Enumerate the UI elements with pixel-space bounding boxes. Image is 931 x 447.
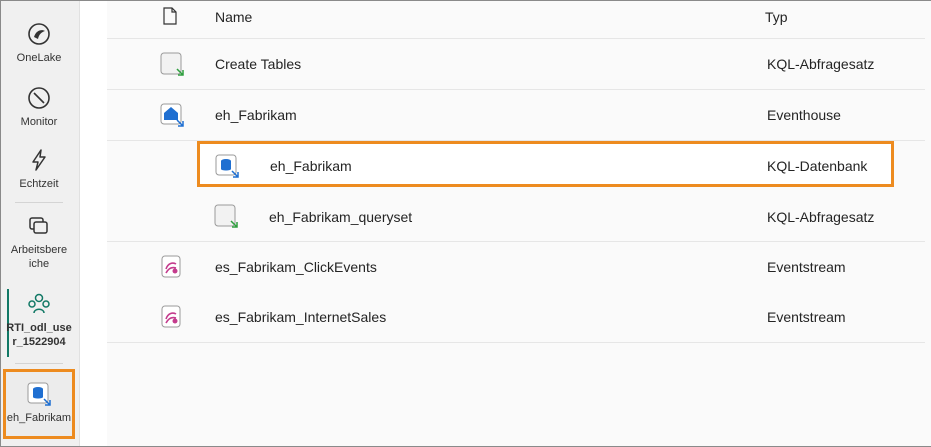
workspaces-icon [29,217,48,234]
table-header: Name Typ [107,1,925,39]
rail-item-echtzeit[interactable]: Echtzeit [1,147,77,191]
kql-database-icon [27,382,51,406]
rail-label-echtzeit: Echtzeit [19,178,59,190]
table-row[interactable]: es_Fabrikam_ClickEvents Eventstream [107,242,925,293]
row-name[interactable]: eh_Fabrikam [270,158,352,174]
row-name[interactable]: Create Tables [215,56,301,72]
row-name[interactable]: eh_Fabrikam_queryset [269,209,412,225]
row-name[interactable]: eh_Fabrikam [215,107,297,123]
rail-item-onelake[interactable]: OneLake [1,21,77,65]
file-type-icon [163,7,177,25]
eventstream-icon [161,305,181,328]
header-type[interactable]: Typ [765,9,788,25]
rail-item-current-workspace[interactable]: RTI_odl_use r_1522904 [1,291,77,349]
row-type: Eventstream [767,259,846,275]
rail-label-monitor: Monitor [20,116,58,128]
kql-queryset-icon [214,204,238,228]
row-type: KQL-Abfragesatz [767,56,875,72]
rail-item-monitor[interactable]: Monitor [1,85,77,129]
rail-item-eh-fabrikam[interactable]: eh_Fabrikam [1,381,77,425]
highlighted-row[interactable]: eh_Fabrikam KQL-Datenbank [197,141,894,187]
rail-label-workspaces-2: iche [28,258,50,270]
rail-item-workspaces[interactable]: Arbeitsbere iche [1,213,77,271]
rail-label-workspace-1: RTI_odl_use [6,322,72,334]
row-name[interactable]: es_Fabrikam_ClickEvents [215,259,377,275]
row-name[interactable]: es_Fabrikam_InternetSales [215,309,386,325]
rail-label-workspace-2: r_1522904 [12,336,66,348]
kql-database-icon [215,154,239,178]
table-row[interactable]: Create Tables KQL-Abfragesatz [107,39,925,90]
row-type: KQL-Datenbank [767,158,868,174]
rail-divider [15,363,63,364]
onelake-icon [28,23,50,45]
workspace-people-icon [28,293,50,314]
table-row[interactable]: es_Fabrikam_InternetSales Eventstream [107,292,925,343]
row-type: KQL-Abfragesatz [767,209,875,225]
eventhouse-icon [160,103,184,127]
header-name[interactable]: Name [215,9,252,25]
table-row[interactable]: eh_Fabrikam Eventhouse [107,90,925,141]
row-type: Eventhouse [767,107,841,123]
rail-label-workspaces-1: Arbeitsbere [10,244,68,256]
monitor-icon [28,87,50,109]
lightning-icon [32,149,46,171]
row-type: Eventstream [767,309,846,325]
rail-label-onelake: OneLake [16,52,62,64]
left-rail: OneLake Monitor Echtzeit Arbeitsbere ich… [1,1,80,446]
table-row[interactable]: eh_Fabrikam_queryset KQL-Abfragesatz [107,190,925,242]
rail-label-eh-fabrikam: eh_Fabrikam [6,412,72,424]
kql-queryset-icon [160,52,184,76]
rail-divider [15,202,63,203]
eventstream-icon [161,255,181,278]
